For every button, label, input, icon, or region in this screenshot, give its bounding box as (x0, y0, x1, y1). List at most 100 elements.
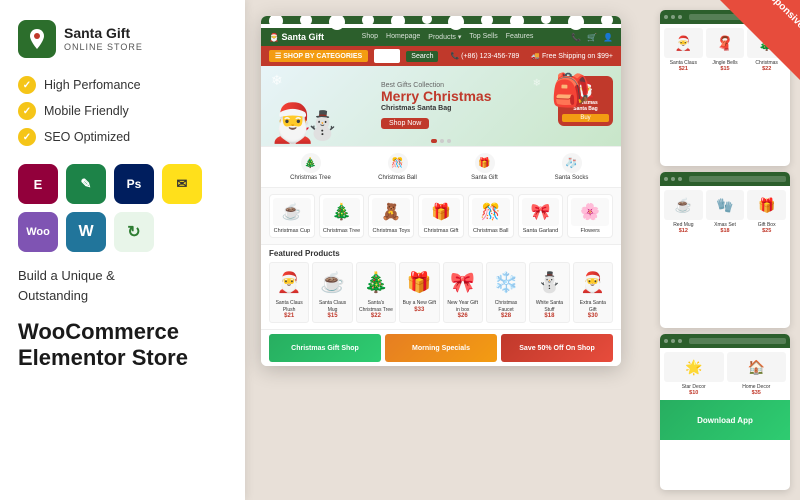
shop-icons: 📞 🛒 👤 (571, 33, 613, 42)
ss-img-1: 🧣 (706, 28, 745, 58)
prod-img-gift: 🎁 (422, 198, 460, 226)
check-icon: ✓ (18, 76, 36, 94)
product-cat-toys[interactable]: 🧸 Christmas Toys (368, 194, 414, 238)
side-screen-2: ☕ Red Mug $12 🧤 Xmas Set $18 🎁 Gift Box … (660, 172, 790, 328)
banner-morning[interactable]: Morning Specials (385, 334, 497, 362)
product-cat-garland[interactable]: 🎀 Santa Garland (518, 194, 564, 238)
featured-products-grid: 🎅 Santa Claus Plush $21 ☕ Santa Claus Mu… (269, 262, 613, 323)
shop-subheader: ☰ SHOP BY CATEGORIES Search 📞 (+86) 123-… (261, 46, 621, 66)
product-cat-tree[interactable]: 🎄 Christmas Tree (319, 194, 365, 238)
cta-bold: WooCommerce Elementor Store (18, 319, 227, 372)
elementor-icon[interactable]: E (18, 164, 58, 204)
feature-seo: ✓ SEO Optimized (18, 128, 227, 146)
banner-gift-shop[interactable]: Christmas Gift Shop (269, 334, 381, 362)
prod-img-tree: 🎄 (323, 198, 361, 226)
ss-header-3 (660, 334, 790, 348)
cat-item-socks[interactable]: 🧦 Santa Socks (530, 153, 613, 181)
cta-line3: WooCommerce (18, 319, 227, 345)
featured-product-0[interactable]: 🎅 Santa Claus Plush $21 (269, 262, 309, 323)
nav-shop[interactable]: Shop (362, 33, 378, 41)
prod-img-xball: 🎊 (472, 198, 510, 226)
fp-img-4: 🎀 (446, 266, 480, 298)
check-icon: ✓ (18, 128, 36, 146)
wordpress-icon[interactable]: W (66, 212, 106, 252)
ss-product-6[interactable]: 🌟 Star Decor $10 (664, 352, 724, 396)
nav-features[interactable]: Features (506, 33, 534, 41)
hero-content: Best Gifts Collection Merry Christmas Ch… (271, 82, 611, 129)
product-cat-cup[interactable]: ☕ Christmas Cup (269, 194, 315, 238)
nav-homepage[interactable]: Homepage (386, 33, 420, 41)
ss-product-7[interactable]: 🏠 Home Decor $35 (727, 352, 787, 396)
nav-products[interactable]: Products ▾ (428, 33, 461, 41)
shop-nav: Shop Homepage Products ▾ Top Sells Featu… (362, 33, 534, 41)
product-cat-gift[interactable]: 🎁 Christmas Gift (418, 194, 464, 238)
hero-button[interactable]: Shop Now (381, 118, 429, 129)
search-button[interactable]: Search (406, 51, 438, 62)
category-button[interactable]: ☰ SHOP BY CATEGORIES (269, 50, 368, 62)
main-browser-mockup: 🎅 Santa Gift Shop Homepage Products ▾ To… (261, 16, 621, 366)
side-screen-3: 🌟 Star Decor $10 🏠 Home Decor $35 Downlo… (660, 334, 790, 490)
features-list: ✓ High Perfomance ✓ Mobile Friendly ✓ SE… (18, 76, 227, 146)
cat-img-tree: 🎄 (301, 153, 321, 173)
featured-product-4[interactable]: 🎀 New Year Gift in box $26 (443, 262, 483, 323)
shop-header: 🎅 Santa Gift Shop Homepage Products ▾ To… (261, 28, 621, 46)
mailchimp-icon[interactable]: ✉ (162, 164, 202, 204)
ss-img-0: 🎅 (664, 28, 703, 58)
ss-app-banner[interactable]: Download App (660, 400, 790, 440)
featured-product-2[interactable]: 🎄 Santa's Christmas Tree $22 (356, 262, 396, 323)
logo-area: Santa Gift Online Store (18, 20, 227, 58)
logo-icon (18, 20, 56, 58)
edit-icon[interactable]: ✎ (66, 164, 106, 204)
ss-img-3: ☕ (664, 190, 703, 220)
woocommerce-icon[interactable]: Woo (18, 212, 58, 252)
cat-item-tree[interactable]: 🎄 Christmas Tree (269, 153, 352, 181)
ss-product-5[interactable]: 🎁 Gift Box $25 (747, 190, 786, 234)
category-row: 🎄 Christmas Tree 🎊 Christmas Ball 🎁 Sant… (261, 146, 621, 187)
update-icon[interactable]: ↻ (114, 212, 154, 252)
prod-img-garland: 🎀 (522, 198, 560, 226)
cat-item-gift[interactable]: 🎁 Santa Gift (443, 153, 526, 181)
feature-high-performance: ✓ High Perfomance (18, 76, 227, 94)
right-panel: Responsive 🎅 Sant (245, 0, 800, 500)
user-icon[interactable]: 👤 (603, 33, 613, 42)
banner-sale[interactable]: Save 50% Off On Shop (501, 334, 613, 362)
cta-line2: Outstanding (18, 286, 227, 306)
free-shipping: 🚚 Free Shipping on $99+ (531, 52, 613, 60)
ss-product-4[interactable]: 🧤 Xmas Set $18 (706, 190, 745, 234)
feature-label: Mobile Friendly (44, 104, 129, 118)
ss-img-6: 🌟 (664, 352, 724, 382)
product-cat-flowers[interactable]: 🌸 Flowers (567, 194, 613, 238)
featured-product-7[interactable]: 🎅 Extra Santa Gift $30 (573, 262, 613, 323)
feature-mobile-friendly: ✓ Mobile Friendly (18, 102, 227, 120)
responsive-badge-text: Responsive (759, 0, 800, 31)
product-cats-row: ☕ Christmas Cup 🎄 Christmas Tree 🧸 Chris… (261, 187, 621, 244)
cat-item-ball[interactable]: 🎊 Christmas Ball (356, 153, 439, 181)
cta-line1: Build a Unique & (18, 266, 227, 286)
bottom-banners: Christmas Gift Shop Morning Specials Sav… (261, 329, 621, 366)
photoshop-icon[interactable]: Ps (114, 164, 154, 204)
feature-label: SEO Optimized (44, 130, 130, 144)
ss-product-1[interactable]: 🧣 Jingle Bells $15 (706, 28, 745, 72)
cat-img-gift: 🎁 (475, 153, 495, 173)
hero-title: Merry Christmas (381, 89, 611, 104)
product-cat-xball[interactable]: 🎊 Christmas Ball (468, 194, 514, 238)
fp-img-5: ❄️ (489, 266, 523, 298)
prod-img-cup: ☕ (273, 198, 311, 226)
check-icon: ✓ (18, 102, 36, 120)
search-bar[interactable] (374, 49, 400, 63)
prod-img-toys: 🧸 (372, 198, 410, 226)
logo-text: Santa Gift Online Store (64, 26, 143, 51)
fp-img-0: 🎅 (272, 266, 306, 298)
featured-product-5[interactable]: ❄️ Christmas Faucet $28 (486, 262, 526, 323)
cart-icon[interactable]: 🛒 (587, 33, 597, 42)
hero-banner: ❄ ❄ 🎅 ⛄ 🛷 Best Gifts Collection Merry Ch… (261, 66, 621, 146)
featured-product-6[interactable]: ⛄ White Santa Stuff $18 (529, 262, 569, 323)
shop-logo: 🎅 Santa Gift (269, 32, 324, 42)
featured-product-3[interactable]: 🎁 Buy a New Gift $33 (399, 262, 439, 323)
cat-img-ball: 🎊 (388, 153, 408, 173)
featured-product-1[interactable]: ☕ Santa Claus Mug $15 (312, 262, 352, 323)
nav-topsells[interactable]: Top Sells (469, 33, 497, 41)
ss-product-3[interactable]: ☕ Red Mug $12 (664, 190, 703, 234)
ss-product-0[interactable]: 🎅 Santa Claus $21 (664, 28, 703, 72)
featured-title: Featured Products (269, 249, 613, 258)
